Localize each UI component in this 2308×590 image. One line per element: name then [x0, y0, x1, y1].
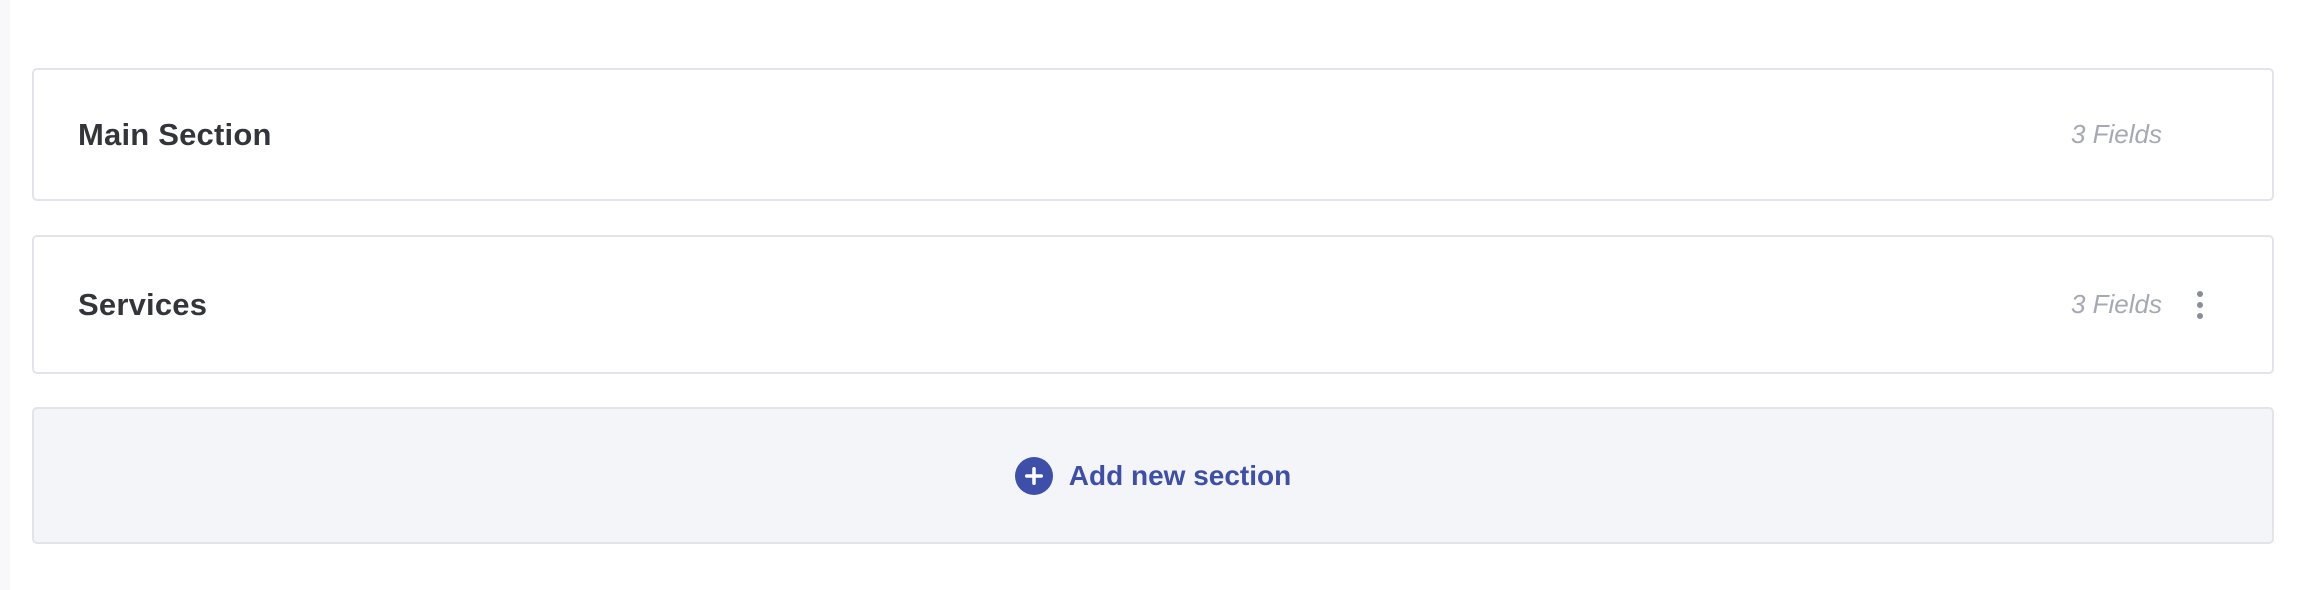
more-dot — [2197, 301, 2203, 308]
plus-circle-icon — [1014, 456, 1053, 495]
fields-count: 3 Fields — [2070, 289, 2162, 319]
section-card-main[interactable]: Main Section 3 Fields — [32, 68, 2274, 201]
fields-count: 3 Fields — [2070, 119, 2162, 149]
section-title: Main Section — [78, 116, 272, 152]
more-dot — [2197, 312, 2203, 319]
add-new-section-label: Add new section — [1068, 459, 1292, 491]
add-new-section-button[interactable]: Add new section — [32, 407, 2274, 544]
section-title: Services — [78, 286, 208, 322]
more-dot — [2197, 290, 2203, 297]
section-card-services[interactable]: Services 3 Fields — [32, 235, 2274, 374]
sections-panel: Main Section 3 Fields Services 3 Fields … — [10, 0, 2308, 590]
more-options-icon[interactable] — [2190, 285, 2210, 325]
